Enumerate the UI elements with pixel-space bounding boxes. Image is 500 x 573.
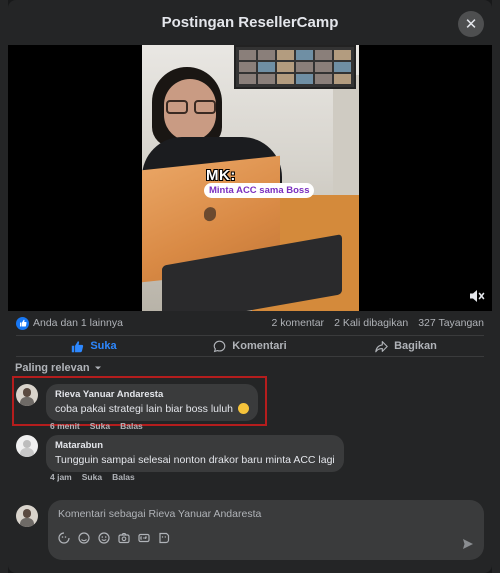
composer-toolbar xyxy=(58,532,474,544)
gif-icon[interactable] xyxy=(138,532,150,544)
post-stats: Anda dan 1 lainnya 2 komentar 2 Kali dib… xyxy=(8,311,492,335)
comment-bubble: Matarabun Tungguin sampai selesai nonton… xyxy=(46,435,344,472)
comment-author[interactable]: Matarabun xyxy=(55,440,335,451)
comment-author[interactable]: Rieva Yanuar Andaresta xyxy=(55,389,249,400)
comment-bubble: Rieva Yanuar Andaresta coba pakai strate… xyxy=(46,384,258,421)
comment-button-label: Komentari xyxy=(232,340,287,352)
dialog-header: Postingan ResellerCamp ✕ xyxy=(8,0,492,46)
volume-muted-icon[interactable] xyxy=(469,289,485,303)
chevron-down-icon xyxy=(94,366,101,370)
reactions-summary[interactable]: Anda dan 1 lainnya xyxy=(33,317,123,329)
comment-time[interactable]: 4 jam xyxy=(50,472,72,482)
comment-sort-label: Paling relevan xyxy=(15,362,90,374)
like-button[interactable]: Suka xyxy=(16,340,172,353)
comment-sort-dropdown[interactable]: Paling relevan xyxy=(15,362,102,374)
comment-meta: 4 jam Suka Balas xyxy=(50,472,135,482)
comment-text-body: coba pakai strategi lain biar boss luluh xyxy=(55,403,234,415)
gif-icon[interactable] xyxy=(78,532,90,544)
comment-icon xyxy=(213,340,226,352)
backdrop-left xyxy=(0,0,8,573)
comment-like-link[interactable]: Suka xyxy=(82,472,102,482)
dialog-title: Postingan ResellerCamp xyxy=(161,14,339,31)
like-reaction-icon xyxy=(16,316,29,330)
shares-count[interactable]: 2 Kali dibagikan xyxy=(334,317,408,329)
avatar[interactable] xyxy=(16,384,38,406)
like-button-label: Suka xyxy=(90,340,117,352)
comment-time[interactable]: 6 menit xyxy=(50,421,80,431)
post-dialog: Postingan ResellerCamp ✕ MK: Minta ACC s… xyxy=(8,0,492,573)
comment-reply-link[interactable]: Balas xyxy=(112,472,135,482)
comment-item: Rieva Yanuar Andaresta coba pakai strate… xyxy=(16,384,258,421)
video-frame: MK: Minta ACC sama Boss xyxy=(142,45,359,311)
close-icon: ✕ xyxy=(464,15,478,33)
share-icon xyxy=(375,340,388,352)
emoji-icon[interactable] xyxy=(98,532,110,544)
grinning-emoji-icon xyxy=(237,403,249,414)
comment-like-link[interactable]: Suka xyxy=(90,421,110,431)
comments-count[interactable]: 2 komentar xyxy=(272,317,325,329)
comment-composer-box xyxy=(48,500,484,560)
share-button[interactable]: Bagikan xyxy=(328,340,484,353)
avatar[interactable] xyxy=(16,505,38,527)
avatar-sticker-icon[interactable] xyxy=(58,532,70,544)
backdrop-right xyxy=(492,0,500,573)
post-actions: Suka Komentari Bagikan xyxy=(16,335,484,357)
comment-composer xyxy=(16,500,484,560)
video-person-glasses xyxy=(166,100,216,114)
comment-meta: 6 menit Suka Balas xyxy=(50,421,143,431)
close-button[interactable]: ✕ xyxy=(458,11,484,37)
comment-button[interactable]: Komentari xyxy=(172,340,328,353)
comment-text: coba pakai strategi lain biar boss luluh xyxy=(55,403,249,415)
comment-item: Matarabun Tungguin sampai selesai nonton… xyxy=(16,435,344,472)
video-overlay-mk: MK: xyxy=(206,167,236,184)
avatar[interactable] xyxy=(16,435,38,457)
video-player[interactable]: MK: Minta ACC sama Boss xyxy=(8,45,492,311)
video-overlay-caption: Minta ACC sama Boss xyxy=(204,183,315,198)
video-tv-screen xyxy=(234,45,356,89)
laptop-logo-icon xyxy=(204,206,216,222)
comment-reply-link[interactable]: Balas xyxy=(120,421,143,431)
comment-input[interactable] xyxy=(58,508,474,520)
share-button-label: Bagikan xyxy=(394,340,437,352)
sticker-icon[interactable] xyxy=(158,532,170,544)
comment-text: Tungguin sampai selesai nonton drakor ba… xyxy=(55,454,335,466)
thumbs-up-icon xyxy=(72,340,84,352)
camera-icon[interactable] xyxy=(118,532,130,544)
send-icon[interactable] xyxy=(462,538,474,550)
views-count: 327 Tayangan xyxy=(418,317,484,329)
